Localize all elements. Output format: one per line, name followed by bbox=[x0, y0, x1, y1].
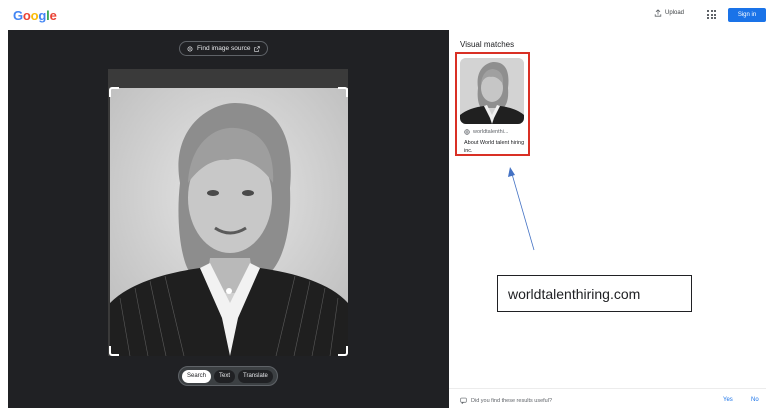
logo-letter: g bbox=[38, 8, 47, 23]
logo-letter: o bbox=[30, 8, 39, 23]
crop-handle-bottom-left[interactable] bbox=[109, 346, 119, 356]
feedback-question-text: Did you find these results useful? bbox=[471, 397, 553, 404]
crop-handle-top-left[interactable] bbox=[109, 87, 119, 97]
feedback-question: Did you find these results useful? bbox=[460, 397, 552, 404]
top-bar: Google Upload Sign in bbox=[0, 0, 766, 30]
upload-button[interactable]: Upload bbox=[654, 9, 684, 17]
crop-handle-top-right[interactable] bbox=[338, 87, 348, 97]
mode-search-tab[interactable]: Search bbox=[182, 369, 212, 383]
open-in-new-icon bbox=[254, 45, 261, 52]
query-image bbox=[110, 88, 348, 356]
sign-in-button[interactable]: Sign in bbox=[728, 8, 766, 22]
annotation-url-text: worldtalenthiring.com bbox=[508, 285, 641, 302]
crop-handle-bottom-right[interactable] bbox=[338, 346, 348, 356]
find-image-source-label: Find image source bbox=[197, 45, 251, 52]
mode-text-label: Text bbox=[219, 373, 231, 379]
upload-label: Upload bbox=[665, 10, 685, 16]
object-dot-marker[interactable] bbox=[226, 288, 232, 294]
google-lens-page: Google Upload Sign in Find image source bbox=[0, 0, 766, 416]
mode-translate-tab[interactable]: Translate bbox=[238, 369, 273, 383]
annotation-arrow bbox=[508, 167, 535, 251]
find-image-source-button[interactable]: Find image source bbox=[179, 41, 269, 56]
mode-text-tab[interactable]: Text bbox=[214, 369, 236, 383]
logo-letter: G bbox=[13, 8, 23, 23]
mode-selector: Search Text Translate bbox=[178, 366, 278, 386]
sign-in-label: Sign in bbox=[737, 12, 757, 18]
logo-letter: o bbox=[22, 8, 31, 23]
google-logo[interactable]: Google bbox=[13, 8, 57, 23]
feedback-icon bbox=[460, 397, 467, 404]
logo-letter: e bbox=[49, 8, 57, 23]
feedback-bar: Did you find these results useful? Yes N… bbox=[449, 388, 766, 416]
upload-icon bbox=[654, 9, 662, 17]
feedback-no-button[interactable]: No bbox=[751, 397, 759, 403]
results-panel: Visual matches worldtalenthi... About Wo… bbox=[449, 30, 766, 416]
mode-search-label: Search bbox=[187, 373, 207, 379]
lens-icon bbox=[187, 46, 193, 51]
mode-translate-label: Translate bbox=[243, 373, 268, 379]
apps-grid-icon[interactable] bbox=[707, 10, 716, 19]
image-viewer-panel: Find image source Search Text Translate bbox=[8, 30, 449, 408]
feedback-yes-button[interactable]: Yes bbox=[723, 397, 733, 403]
annotation-url-box: worldtalenthiring.com bbox=[497, 275, 692, 312]
